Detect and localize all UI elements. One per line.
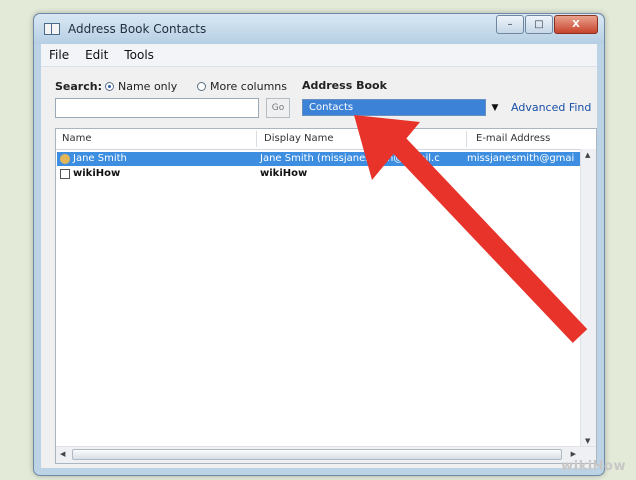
red-arrow-annotation — [354, 115, 588, 343]
watermark-logo: wikiHow — [561, 459, 626, 474]
